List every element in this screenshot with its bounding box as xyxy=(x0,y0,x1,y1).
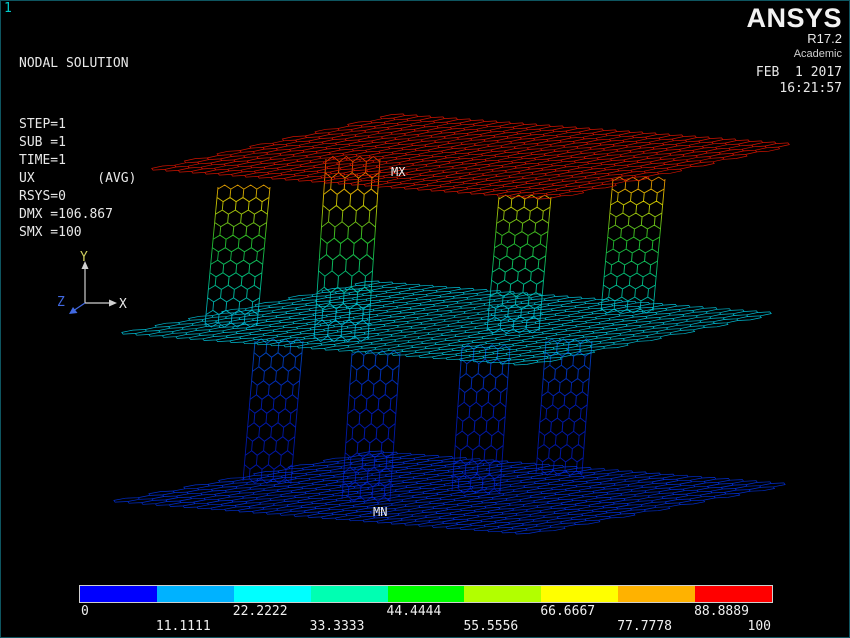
contour-band xyxy=(464,586,541,602)
contour-tick-label: 0 xyxy=(81,604,89,619)
max-result-label: MX xyxy=(391,165,406,179)
top-graphene-sheet xyxy=(152,114,790,199)
contour-tick-label: 66.6667 xyxy=(540,604,595,619)
z-axis-arrow-icon xyxy=(69,307,78,314)
contour-band xyxy=(234,586,311,602)
x-axis-arrow-icon xyxy=(109,300,117,307)
contour-tick-label: 100 xyxy=(748,619,771,634)
top-nanotube xyxy=(601,177,665,313)
contour-legend-labels: 0 11.1111 22.2222 33.3333 44.4444 55.5556 66.6… xyxy=(79,603,773,637)
y-axis-label: Y xyxy=(80,250,88,265)
min-result-label: MN xyxy=(373,505,387,519)
bottom-nanotube xyxy=(243,339,303,483)
contour-tick-label: 44.4444 xyxy=(387,604,442,619)
contour-tick-label: 33.3333 xyxy=(310,619,365,634)
contour-band xyxy=(695,586,772,602)
contour-color-bar xyxy=(79,585,773,603)
middle-graphene-sheet xyxy=(122,281,771,365)
contour-tick-label: 77.7778 xyxy=(617,619,672,634)
x-axis-label: X xyxy=(119,297,127,312)
contour-band xyxy=(157,586,234,602)
fem-model xyxy=(114,114,789,534)
contour-band xyxy=(80,586,157,602)
contour-band xyxy=(618,586,695,602)
contour-band xyxy=(311,586,388,602)
bottom-graphene-sheet xyxy=(114,451,785,534)
contour-legend: 0 11.1111 22.2222 33.3333 44.4444 55.5556 66.6… xyxy=(79,585,773,637)
contour-tick-label: 22.2222 xyxy=(233,604,288,619)
contour-tick-label: 88.8889 xyxy=(694,604,749,619)
contour-tick-label: 55.5556 xyxy=(463,619,518,634)
top-nanotube xyxy=(314,156,380,341)
coordinate-triad: Y X Z xyxy=(57,250,127,314)
contour-band xyxy=(541,586,618,602)
z-axis-label: Z xyxy=(57,295,65,310)
contour-band xyxy=(388,586,465,602)
ansys-graphics-window: 1 NODAL SOLUTION STEP=1SUB =1TIME=1UX (A… xyxy=(0,0,850,638)
top-nanotube xyxy=(205,185,270,327)
contour-tick-label: 11.1111 xyxy=(156,619,211,634)
model-viewport[interactable]: MX MN Y X Z xyxy=(1,1,850,638)
bottom-nanotube xyxy=(536,339,592,475)
